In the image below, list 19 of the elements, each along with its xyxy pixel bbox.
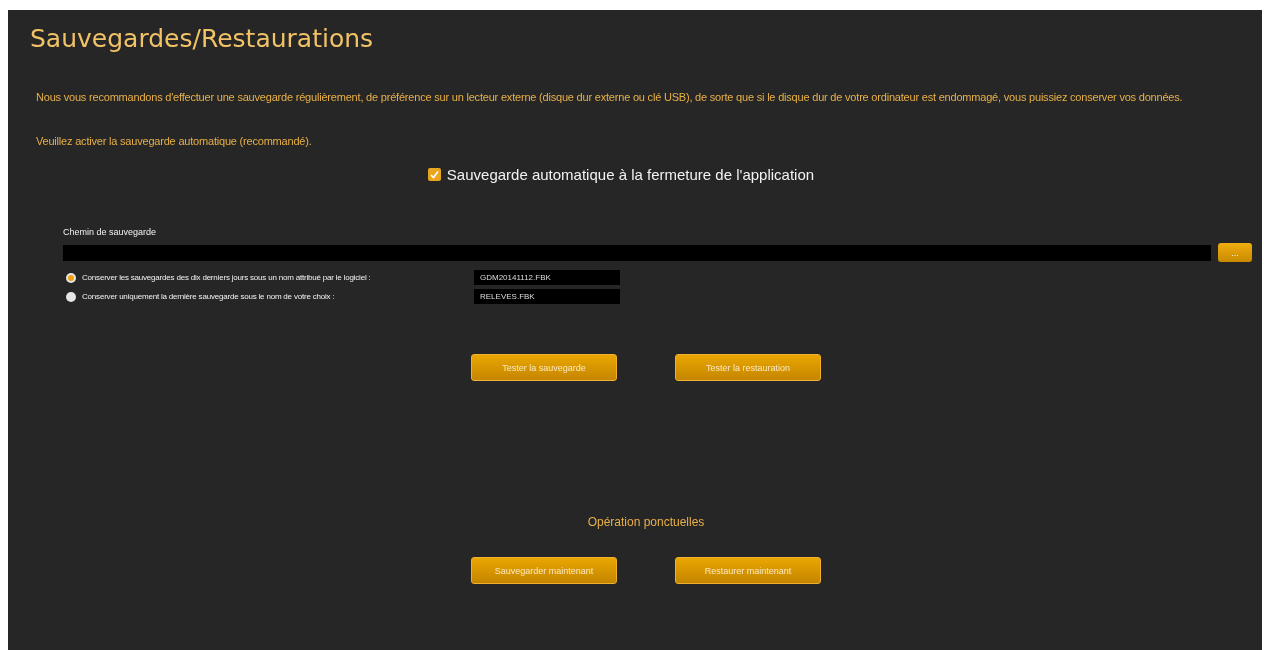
auto-backup-label: Sauvegarde automatique à la fermeture de l'application: [446, 166, 815, 183]
file-name-field[interactable]: RELEVES.FBK: [474, 289, 620, 304]
test-button[interactable]: Tester la sauvegarde: [471, 354, 617, 381]
option-radio[interactable]: [66, 291, 76, 302]
advice-text: Veuillez activer la sauvegarde automatique (recommandé).: [36, 134, 313, 148]
auto-backup-checkbox[interactable]: [427, 168, 441, 181]
option-label: Conserver les sauvegardes des dix derniers jours sous un nom attribué par le logiciel :: [82, 273, 372, 282]
section-title: Opération ponctuelles: [586, 515, 706, 529]
option-radio[interactable]: [66, 272, 76, 283]
file-name-field[interactable]: GDM20141112.FBK: [474, 270, 620, 285]
intro-text: Nous vous recommandons d'effectuer une sauvegarde régulièrement, de préférence sur un lecteur externe (disque dur externe ou clé USB), de sorte que si le disque dur de votre ordinateur est endommagé, vous puissiez conserver vos données.: [36, 90, 1184, 104]
action-button[interactable]: Sauvegarder maintenant: [471, 557, 617, 584]
option-label: Conserver uniquement la dernière sauvegarde sous le nom de votre choix :: [82, 292, 336, 301]
browse-button[interactable]: ...: [1218, 243, 1252, 262]
page-title: Sauvegardes/Restaurations: [30, 24, 375, 53]
path-field[interactable]: [63, 244, 1211, 261]
test-button[interactable]: Tester la restauration: [675, 354, 821, 381]
action-button[interactable]: Restaurer maintenant: [675, 557, 821, 584]
path-label: Chemin de sauvegarde: [63, 227, 158, 237]
